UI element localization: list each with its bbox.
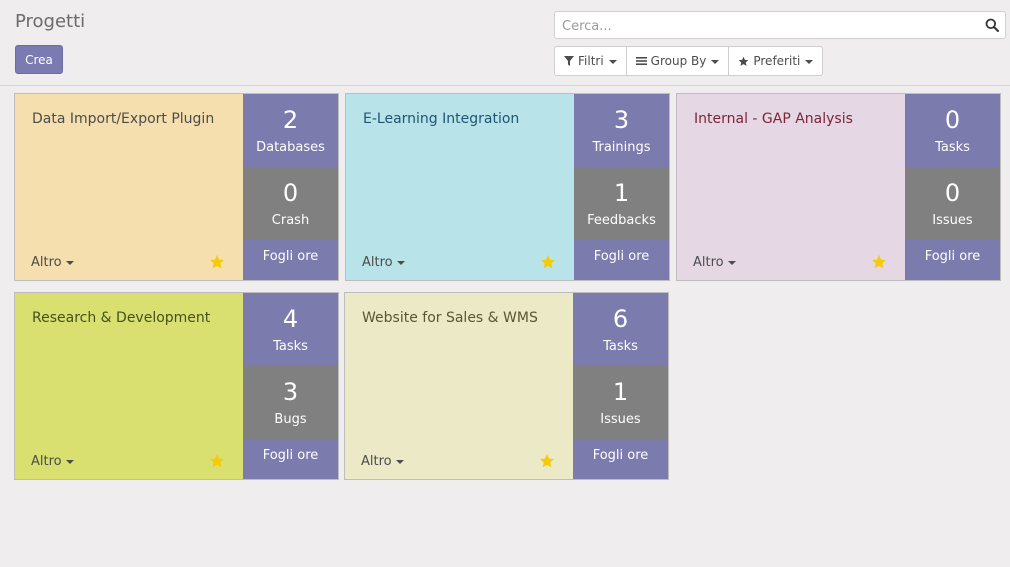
search-icon[interactable] xyxy=(985,18,999,32)
more-dropdown[interactable]: Altro xyxy=(693,255,736,270)
stat-value: 1 xyxy=(612,378,629,406)
project-name: Internal - GAP Analysis xyxy=(694,111,853,127)
more-label: Altro xyxy=(362,255,393,270)
project-card[interactable]: Research & Development Altro 4 Tasks 3 B… xyxy=(14,292,339,480)
project-name: Data Import/Export Plugin xyxy=(32,111,215,127)
project-stats: 0 Tasks 0 Issues Fogli ore xyxy=(905,94,1000,280)
project-card-main[interactable]: Data Import/Export Plugin Altro xyxy=(15,94,243,280)
timesheet-button[interactable]: Fogli ore xyxy=(574,240,669,280)
stat-value: 1 xyxy=(613,179,630,207)
more-label: Altro xyxy=(31,255,62,270)
more-label: Altro xyxy=(693,255,724,270)
stat-button[interactable]: 0 Crash xyxy=(243,167,338,240)
chevron-down-icon xyxy=(65,261,74,265)
search-options: Filtri Group By Preferiti xyxy=(554,46,824,76)
stat-value: 0 xyxy=(282,179,299,207)
more-dropdown[interactable]: Altro xyxy=(31,454,74,469)
project-name: Website for Sales & WMS xyxy=(362,310,538,326)
project-card[interactable]: E-Learning Integration Altro 3 Trainings… xyxy=(345,93,670,281)
stat-label: Crash xyxy=(271,213,310,228)
filters-button[interactable]: Filtri xyxy=(554,46,627,76)
stat-button[interactable]: 3 Bugs xyxy=(243,366,338,439)
timesheet-button[interactable]: Fogli ore xyxy=(573,439,668,479)
project-stats: 4 Tasks 3 Bugs Fogli ore xyxy=(243,293,338,479)
stat-button[interactable]: 6 Tasks xyxy=(573,293,668,366)
timesheet-button[interactable]: Fogli ore xyxy=(243,240,338,280)
stat-label: Databases xyxy=(256,140,325,155)
favorite-star-icon[interactable] xyxy=(871,254,887,270)
stat-label: Tasks xyxy=(603,339,638,354)
stat-value: 0 xyxy=(944,179,961,207)
stat-label: Trainings xyxy=(592,140,651,155)
stat-button[interactable]: 0 Issues xyxy=(905,167,1000,240)
favorite-star-icon[interactable] xyxy=(209,453,225,469)
stat-button[interactable]: 4 Tasks xyxy=(243,293,338,366)
project-card[interactable]: Internal - GAP Analysis Altro 0 Tasks 0 … xyxy=(676,93,1001,281)
project-card-main[interactable]: E-Learning Integration Altro xyxy=(346,94,574,280)
project-stats: 2 Databases 0 Crash Fogli ore xyxy=(243,94,338,280)
control-panel: Progetti Crea Filtri Group By xyxy=(0,0,1010,86)
project-card[interactable]: Website for Sales & WMS Altro 6 Tasks 1 … xyxy=(344,292,669,480)
stat-button[interactable]: 1 Feedbacks xyxy=(574,167,669,240)
list-icon xyxy=(635,57,647,65)
groupby-label: Group By xyxy=(650,54,707,68)
create-button[interactable]: Crea xyxy=(15,45,63,74)
project-card-main[interactable]: Website for Sales & WMS Altro xyxy=(345,293,573,479)
stat-label: Bugs xyxy=(274,412,307,427)
stat-label: Issues xyxy=(600,412,641,427)
favorite-star-icon[interactable] xyxy=(539,453,555,469)
more-dropdown[interactable]: Altro xyxy=(31,255,74,270)
timesheet-button[interactable]: Fogli ore xyxy=(905,240,1000,280)
search-bar xyxy=(554,11,1006,39)
more-dropdown[interactable]: Altro xyxy=(362,255,405,270)
favorites-label: Preferiti xyxy=(753,54,801,68)
favorite-star-icon[interactable] xyxy=(209,254,225,270)
chevron-down-icon xyxy=(395,460,404,464)
star-icon xyxy=(739,56,749,66)
stat-value: 6 xyxy=(612,305,629,333)
stat-button[interactable]: 0 Tasks xyxy=(905,94,1000,167)
project-name: E-Learning Integration xyxy=(363,111,520,127)
stat-button[interactable]: 3 Trainings xyxy=(574,94,669,167)
stat-label: Issues xyxy=(932,213,973,228)
stat-label: Feedbacks xyxy=(587,213,656,228)
page-title: Progetti xyxy=(15,11,86,32)
project-card-main[interactable]: Internal - GAP Analysis Altro xyxy=(677,94,905,280)
stat-value: 2 xyxy=(282,106,299,134)
stat-button[interactable]: 2 Databases xyxy=(243,94,338,167)
chevron-down-icon xyxy=(396,261,405,265)
project-stats: 3 Trainings 1 Feedbacks Fogli ore xyxy=(574,94,669,280)
favorite-star-icon[interactable] xyxy=(540,254,556,270)
stat-label: Tasks xyxy=(273,339,308,354)
search-input[interactable] xyxy=(560,16,974,36)
filters-label: Filtri xyxy=(578,54,604,68)
project-stats: 6 Tasks 1 Issues Fogli ore xyxy=(573,293,668,479)
filter-icon xyxy=(564,56,574,66)
chevron-down-icon xyxy=(805,59,814,64)
more-label: Altro xyxy=(361,454,392,469)
chevron-down-icon xyxy=(711,59,720,64)
project-card[interactable]: Data Import/Export Plugin Altro 2 Databa… xyxy=(14,93,339,281)
stat-value: 4 xyxy=(282,305,299,333)
chevron-down-icon xyxy=(608,59,617,64)
favorites-button[interactable]: Preferiti xyxy=(728,46,824,76)
stat-value: 3 xyxy=(613,106,630,134)
chevron-down-icon xyxy=(65,460,74,464)
more-label: Altro xyxy=(31,454,62,469)
timesheet-button[interactable]: Fogli ore xyxy=(243,439,338,479)
stat-label: Tasks xyxy=(935,140,970,155)
more-dropdown[interactable]: Altro xyxy=(361,454,404,469)
stat-button[interactable]: 1 Issues xyxy=(573,366,668,439)
groupby-button[interactable]: Group By xyxy=(625,46,730,76)
stat-value: 3 xyxy=(282,378,299,406)
chevron-down-icon xyxy=(727,261,736,265)
project-name: Research & Development xyxy=(32,310,211,326)
project-card-main[interactable]: Research & Development Altro xyxy=(15,293,243,479)
stat-value: 0 xyxy=(944,106,961,134)
